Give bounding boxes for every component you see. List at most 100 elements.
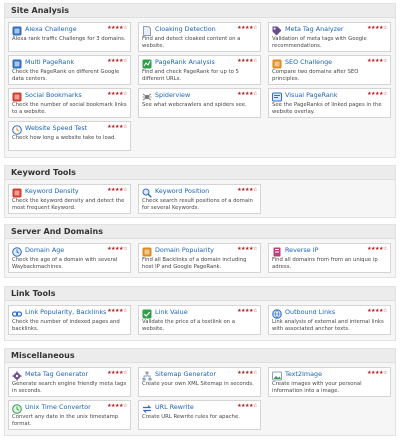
tool-name[interactable]: Visual PageRank xyxy=(285,91,338,99)
tool-name[interactable]: Domain Age xyxy=(25,246,64,254)
tool-card-link-value[interactable]: Link Value ★★★★☆ Validate the price of a… xyxy=(138,305,261,335)
tool-card-unix-time-convertor[interactable]: Unix Time Convertor ★★★★☆ Convert any da… xyxy=(8,400,131,430)
tool-card-sitemap-generator[interactable]: Sitemap Generator ★★★★☆ Create your own … xyxy=(138,367,261,397)
tool-name[interactable]: Text2Image xyxy=(285,370,322,378)
tool-card-outbound-links[interactable]: Outbound Links ★★★★☆ Link analysis of ex… xyxy=(268,305,391,335)
tool-description: Link analysis of external and internal l… xyxy=(272,319,384,332)
tool-description: Compare two domains after SEO principles… xyxy=(272,69,359,82)
tool-name[interactable]: Reverse IP xyxy=(285,246,318,254)
tool-card-keyword-position[interactable]: Keyword Position ★★★★☆ Check search resu… xyxy=(138,184,261,214)
gear-icon xyxy=(12,371,22,381)
document-icon xyxy=(143,26,151,36)
tool-name[interactable]: Website Speed Test xyxy=(25,124,87,132)
clock-icon xyxy=(12,247,22,257)
rating-stars: ★★★★☆ xyxy=(367,58,387,64)
tool-name[interactable]: Cloaking Detection xyxy=(155,25,216,33)
tool-card-website-speed-test[interactable]: Website Speed Test ★★★★☆ Check how long … xyxy=(8,121,131,151)
tool-name[interactable]: Domain Popularity xyxy=(155,246,214,254)
section-title: Server And Domains xyxy=(5,225,395,239)
tool-name[interactable]: Meta Tag Analyzer xyxy=(285,25,344,33)
section-keyword-tools: Keyword Tools Keyword Density ★★★★☆ Chec… xyxy=(4,165,396,218)
tool-card-meta-tag-generator[interactable]: Meta Tag Generator ★★★★☆ Generate search… xyxy=(8,367,131,397)
rating-stars: ★★★★☆ xyxy=(107,370,127,376)
rating-stars: ★★★★☆ xyxy=(237,370,257,376)
tool-description: See what webcrawlers and spiders see. xyxy=(142,102,247,108)
rating-stars: ★★★★☆ xyxy=(237,308,257,314)
rating-stars: ★★★★☆ xyxy=(107,308,127,314)
tool-card-domain-popularity[interactable]: Domain Popularity ★★★★☆ Find all Backlin… xyxy=(138,243,261,273)
tool-name[interactable]: Meta Tag Generator xyxy=(25,370,88,378)
tool-name[interactable]: Keyword Position xyxy=(155,187,209,195)
tool-card-cloaking-detection[interactable]: Cloaking Detection ★★★★☆ Find and detect… xyxy=(138,22,261,52)
server-icon xyxy=(273,247,281,257)
tool-card-visual-pagerank[interactable]: Visual PageRank ★★★★☆ See the PageRanks … xyxy=(268,88,391,118)
section-miscellaneous: Miscellaneous Meta Tag Generator ★★★★☆ G… xyxy=(4,348,396,436)
tool-description: Convert any date in the unix timestamp f… xyxy=(12,414,119,427)
orange-square-icon xyxy=(142,247,152,257)
rating-stars: ★★★★☆ xyxy=(237,246,257,252)
tool-name[interactable]: SEO Challenge xyxy=(285,58,332,66)
rating-stars: ★★★★☆ xyxy=(107,58,127,64)
orange-square-icon xyxy=(272,59,282,69)
tool-name[interactable]: Social Bookmarks xyxy=(25,91,82,99)
rating-stars: ★★★★☆ xyxy=(367,91,387,97)
tool-name[interactable]: Link Popularity, Backlinks xyxy=(25,308,106,316)
tool-card-alexa-challenge[interactable]: Alexa Challenge ★★★★☆ Alexa rank traffic… xyxy=(8,22,131,52)
tool-name[interactable]: Alexa Challenge xyxy=(25,25,77,33)
tool-card-meta-tag-analyzer[interactable]: Meta Tag Analyzer ★★★★☆ Validation of me… xyxy=(268,22,391,52)
tool-description: Check the age of a domain with several W… xyxy=(12,257,118,270)
tool-name[interactable]: Link Value xyxy=(155,308,188,316)
tool-name[interactable]: Outbound Links xyxy=(285,308,335,316)
rating-stars: ★★★★☆ xyxy=(237,91,257,97)
tool-card-multi-pagerank[interactable]: Multi PageRank ★★★★☆ Check the PageRank … xyxy=(8,55,131,85)
eye-icon xyxy=(272,92,282,102)
tool-card-reverse-ip[interactable]: Reverse IP ★★★★☆ Find all domains from f… xyxy=(268,243,391,273)
checkmark-icon xyxy=(142,309,152,319)
globe-icon xyxy=(272,309,282,319)
tool-card-link-popularity-backlinks[interactable]: Link Popularity, Backlinks ★★★★☆ Check t… xyxy=(8,305,131,335)
rating-stars: ★★★★☆ xyxy=(367,308,387,314)
tool-card-keyword-density[interactable]: Keyword Density ★★★★☆ Check the keyword … xyxy=(8,184,131,214)
green-square-icon xyxy=(142,59,152,69)
tool-description: Check the keyword density and detect the… xyxy=(12,198,125,211)
tool-description: Create your own XML Sitemap in seconds. xyxy=(142,381,254,387)
sitemap-icon xyxy=(142,371,152,381)
tool-description: Validation of meta tags with Google reco… xyxy=(272,36,367,49)
rating-stars: ★★★★☆ xyxy=(107,91,127,97)
tag-icon xyxy=(272,26,282,36)
clock-icon xyxy=(12,404,22,414)
tool-name[interactable]: Spiderview xyxy=(155,91,190,99)
tool-name[interactable]: Unix Time Convertor xyxy=(25,403,91,411)
tool-name[interactable]: Keyword Density xyxy=(25,187,79,195)
tool-card-pagerank-analysis[interactable]: PageRank Analysis ★★★★☆ Find and check P… xyxy=(138,55,261,85)
spider-icon xyxy=(142,93,152,101)
red-square-icon xyxy=(12,92,22,102)
tool-name[interactable]: PageRank Analysis xyxy=(155,58,215,66)
tool-description: Check how long a website take to load. xyxy=(12,135,116,141)
rating-stars: ★★★★☆ xyxy=(107,25,127,31)
tool-card-domain-age[interactable]: Domain Age ★★★★☆ Check the age of a doma… xyxy=(8,243,131,273)
tool-description: See the PageRanks of linked pages in the… xyxy=(272,102,382,115)
blue-square-icon xyxy=(12,26,22,36)
tool-name[interactable]: Sitemap Generator xyxy=(155,370,216,378)
rating-stars: ★★★★☆ xyxy=(367,246,387,252)
clock-icon xyxy=(12,125,22,135)
image-icon xyxy=(272,371,282,381)
tool-name[interactable]: URL Rewrite xyxy=(155,403,194,411)
tool-card-spiderview[interactable]: Spiderview ★★★★☆ See what webcrawlers an… xyxy=(138,88,261,118)
rating-stars: ★★★★☆ xyxy=(107,187,127,193)
section-title: Link Tools xyxy=(5,287,395,301)
section-title: Keyword Tools xyxy=(5,166,395,180)
rating-stars: ★★★★☆ xyxy=(107,403,127,409)
link-icon xyxy=(12,311,22,317)
blue-square-icon xyxy=(12,59,22,69)
tool-card-url-rewrite[interactable]: URL Rewrite ★★★★☆ Create URL Rewrite rul… xyxy=(138,400,261,430)
tool-name[interactable]: Multi PageRank xyxy=(25,58,74,66)
tool-card-social-bookmarks[interactable]: Social Bookmarks ★★★★☆ Check the number … xyxy=(8,88,131,118)
tool-description: Check search result positions of a domai… xyxy=(142,198,253,211)
tool-card-text2image[interactable]: Text2Image ★★★★☆ Create images with your… xyxy=(268,367,391,397)
tool-description: Find all Backlinks of a domain including… xyxy=(142,257,247,270)
magnifier-icon xyxy=(142,188,152,198)
tool-card-seo-challenge[interactable]: SEO Challenge ★★★★☆ Compare two domains … xyxy=(268,55,391,85)
tool-description: Find all domains from from an unique ip … xyxy=(272,257,378,270)
